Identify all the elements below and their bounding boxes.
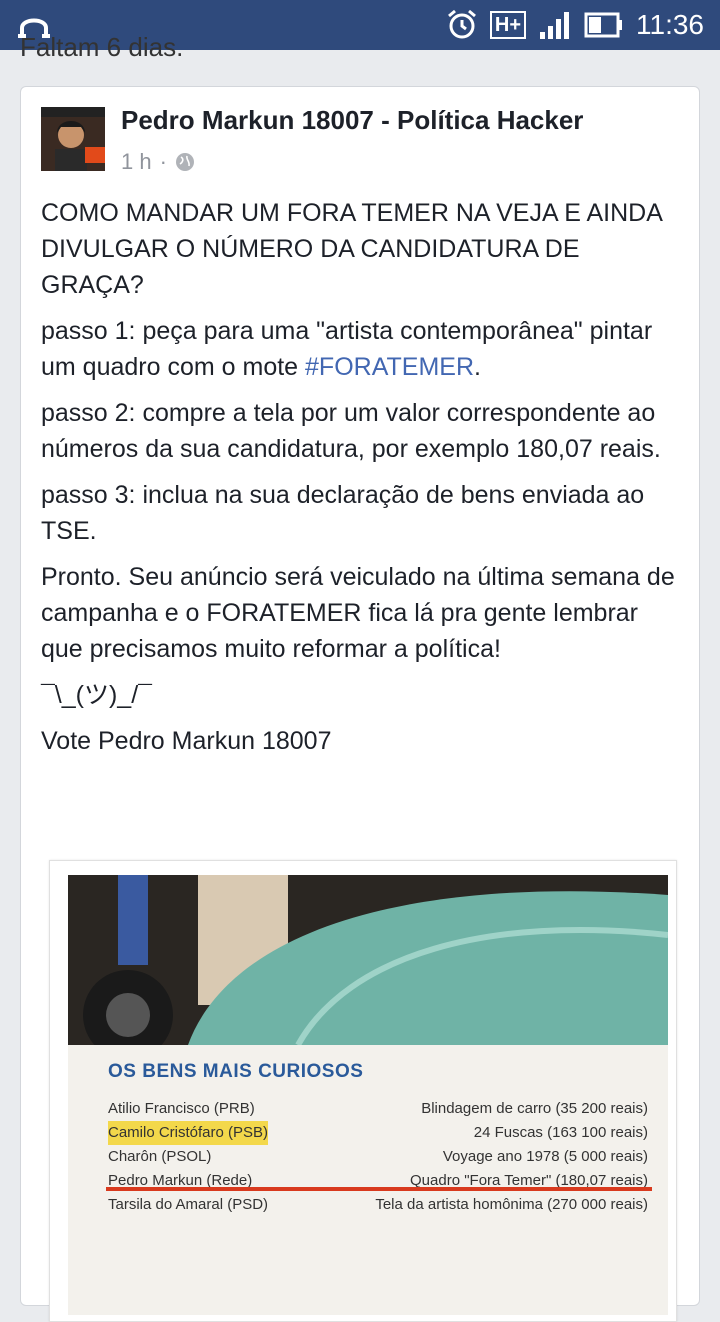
list-item: Charôn (PSOL) Voyage ano 1978 (5 000 reai…	[108, 1145, 648, 1169]
avatar-image	[41, 107, 105, 171]
globe-icon	[175, 153, 194, 171]
post-photo[interactable]: OS BENS MAIS CURIOSOS Atilio Francisco (…	[49, 860, 677, 1322]
row-item: 24 Fuscas (163 100 reais)	[473, 1124, 648, 1141]
post-time[interactable]: 1 h	[121, 149, 152, 175]
post-paragraph-step1: passo 1: peça para uma "artista contempo…	[41, 313, 681, 385]
row-item: Voyage ano 1978 (5 000 reais)	[442, 1148, 648, 1165]
clipping-list: Atilio Francisco (PRB) Blindagem de carro…	[108, 1097, 648, 1217]
signal-icon	[540, 12, 569, 39]
post-paragraph: passo 3: inclua na sua declaração de ben…	[41, 481, 645, 545]
avatar[interactable]	[41, 107, 105, 171]
post-paragraph: COMO MANDAR UM FORA TEMER NA VEJA E AIND…	[41, 199, 662, 299]
red-underline	[106, 1187, 652, 1191]
post-meta: 1 h ·	[121, 149, 195, 175]
post-paragraph: passo 2: compre a tela por um valor corr…	[41, 399, 661, 463]
post-paragraph: Vote Pedro Markun 18007	[41, 727, 332, 755]
post-paragraph: Pronto. Seu anúncio será veiculado na úl…	[41, 563, 675, 663]
row-name: Atilio Francisco (PRB)	[108, 1100, 255, 1117]
row-item: Tela da artista homônima (270 000 reais)	[375, 1196, 648, 1213]
list-item: Tarsila do Amaral (PSD) Tela da artista h…	[108, 1193, 648, 1217]
dot-separator: ·	[159, 149, 167, 174]
post-paragraph: ¯\_(ツ)_/¯	[41, 681, 152, 709]
car-photo	[68, 875, 668, 1045]
row-name-highlighted: Camilo Cristófaro (PSB)	[108, 1121, 269, 1145]
row-name: Charôn (PSOL)	[108, 1148, 212, 1165]
clipping-heading: OS BENS MAIS CURIOSOS	[108, 1061, 364, 1082]
hashtag-link[interactable]: #FORATEMER	[305, 353, 474, 381]
post-author[interactable]: Pedro Markun 18007 - Política Hacker	[121, 105, 583, 136]
magazine-clipping: OS BENS MAIS CURIOSOS Atilio Francisco (…	[68, 875, 668, 1315]
list-item: Camilo Cristófaro (PSB) 24 Fuscas (163 10…	[108, 1121, 648, 1145]
step1-suffix: .	[474, 353, 481, 381]
clock: 11:36	[636, 9, 704, 40]
list-item: Atilio Francisco (PRB) Blindagem de carro…	[108, 1097, 648, 1121]
row-name: Tarsila do Amaral (PSD)	[108, 1196, 269, 1213]
row-item: Blindagem de carro (35 200 reais)	[421, 1100, 648, 1117]
alarm-icon	[447, 9, 476, 39]
network-type: H+	[489, 11, 526, 39]
post-card: Pedro Markun 18007 - Política Hacker 1 h…	[20, 86, 700, 1322]
post-text: COMO MANDAR UM FORA TEMER NA VEJA E AIND…	[41, 195, 681, 769]
battery-icon	[584, 12, 622, 38]
previous-post-text: Faltam 6 dias.	[20, 32, 184, 62]
